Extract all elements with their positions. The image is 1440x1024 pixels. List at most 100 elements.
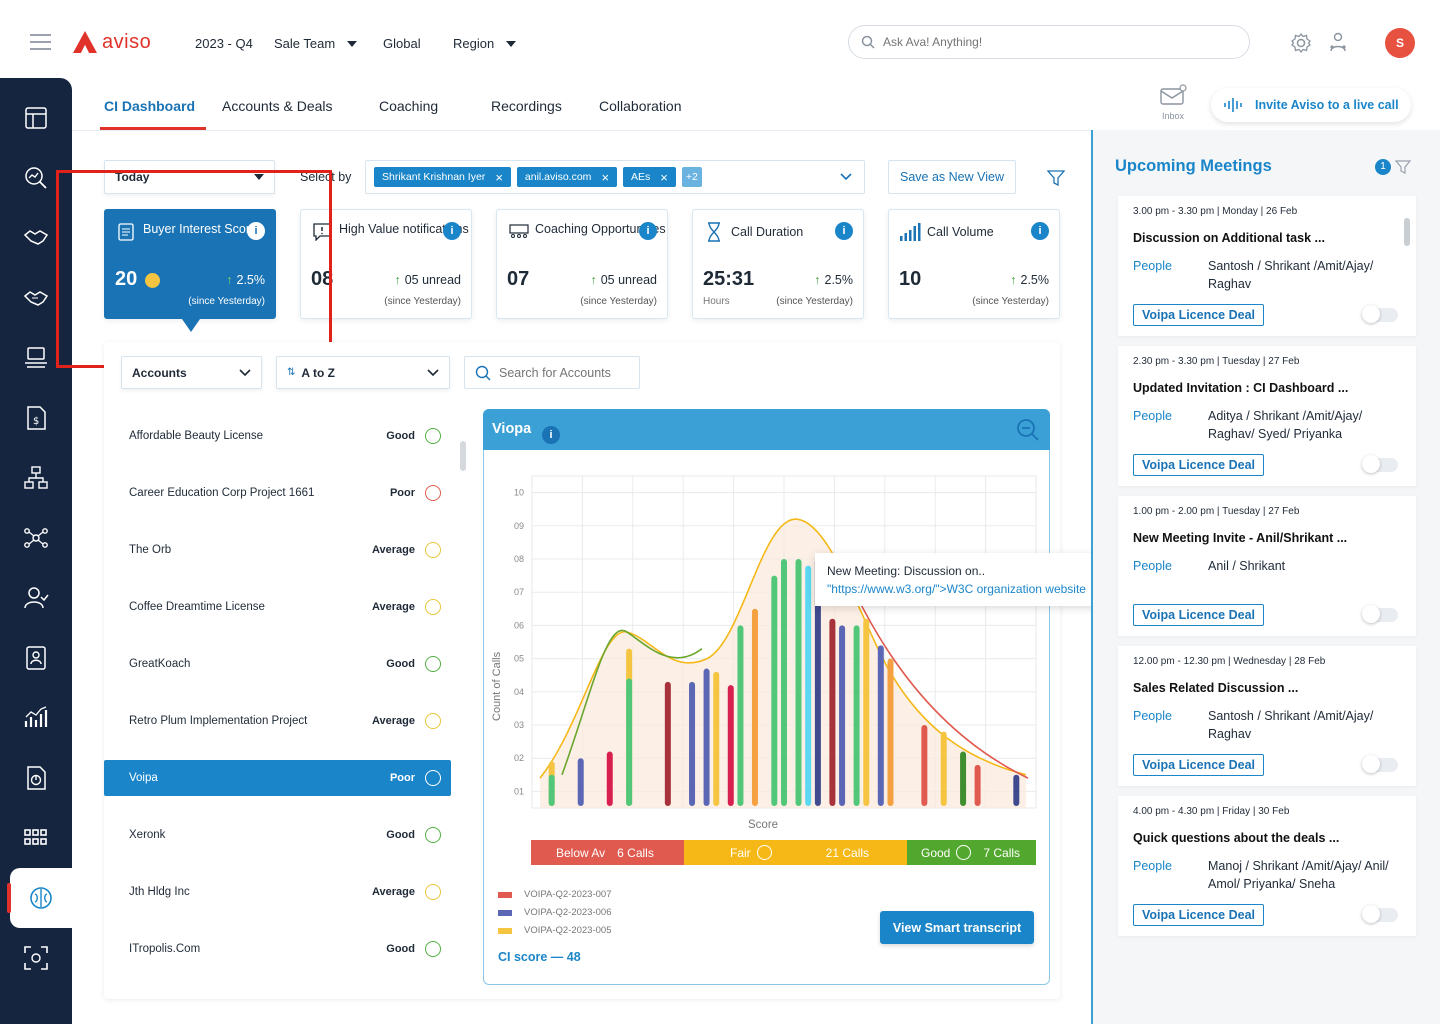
- zoom-out-icon[interactable]: [1016, 418, 1040, 442]
- meeting-title[interactable]: Discussion on Additional task ...: [1133, 231, 1325, 245]
- info-icon[interactable]: i: [639, 222, 657, 240]
- close-icon[interactable]: ×: [601, 170, 609, 185]
- account-list-item[interactable]: Career Education Corp Project 1661 Poor: [104, 475, 451, 511]
- info-icon[interactable]: i: [542, 426, 560, 444]
- sidebar-item[interactable]: [0, 688, 72, 748]
- select-by-multiselect[interactable]: Shrikant Krishnan Iyer × anil.aviso.com × …: [365, 160, 865, 194]
- card-since: (since Yesterday): [776, 296, 853, 307]
- account-list-scrollbar[interactable]: [460, 441, 466, 471]
- arrow-up-icon: ↑: [394, 273, 401, 287]
- close-icon[interactable]: ×: [660, 170, 668, 185]
- inbox-button[interactable]: Inbox: [1156, 84, 1190, 121]
- account-list-item[interactable]: The Orb Average: [104, 532, 451, 568]
- account-list-item[interactable]: Coffee Dreamtime License Average: [104, 589, 451, 625]
- meeting-toggle[interactable]: [1362, 455, 1398, 473]
- region-dropdown[interactable]: Region: [453, 36, 517, 51]
- account-search[interactable]: [464, 356, 640, 389]
- legend-item: VOIPA-Q2-2023-006: [498, 907, 611, 918]
- card-coaching-opportunities[interactable]: Coaching Opportunities i 07 ↑ 05 unread (…: [496, 209, 668, 319]
- user-avatar[interactable]: S: [1385, 28, 1415, 58]
- meeting-toggle[interactable]: [1362, 755, 1398, 773]
- chart-panel-header: [483, 409, 1050, 450]
- tab-coaching[interactable]: Coaching: [379, 98, 438, 114]
- account-status: Good: [386, 943, 415, 955]
- team-dropdown[interactable]: Sale Team: [274, 36, 358, 51]
- account-type-dropdown[interactable]: Accounts: [121, 356, 262, 389]
- card-call-duration[interactable]: Call Duration i 25:31 Hours ↑ 2.5% (since…: [692, 209, 864, 319]
- band-good[interactable]: Good 7 Calls: [907, 840, 1036, 865]
- deal-link-button[interactable]: Voipa Licence Deal: [1133, 304, 1265, 326]
- view-smart-transcript-button[interactable]: View Smart transcript: [880, 911, 1034, 944]
- meeting-toggle[interactable]: [1362, 305, 1398, 323]
- sidebar-item[interactable]: [0, 508, 72, 568]
- sidebar-item[interactable]: [0, 628, 72, 688]
- meeting-title[interactable]: Updated Invitation : CI Dashboard ...: [1133, 381, 1348, 395]
- invite-aviso-button[interactable]: Invite Aviso to a live call: [1211, 88, 1411, 122]
- analytics-search-icon: [25, 167, 47, 189]
- chevron-down-icon: [347, 40, 358, 47]
- gear-icon[interactable]: [1290, 32, 1312, 54]
- sidebar-item[interactable]: [0, 808, 72, 868]
- scope-selector[interactable]: Global: [383, 36, 421, 51]
- account-list-item[interactable]: Xeronk Good: [104, 817, 451, 853]
- filter-funnel-icon[interactable]: [1395, 160, 1411, 174]
- filter-funnel-icon[interactable]: [1047, 170, 1065, 186]
- sidebar-item[interactable]: [0, 88, 72, 148]
- deal-link-button[interactable]: Voipa Licence Deal: [1133, 454, 1265, 476]
- sidebar-item[interactable]: [0, 928, 72, 988]
- sidebar-item[interactable]: $: [0, 388, 72, 448]
- account-list-item[interactable]: Voipa Poor: [104, 760, 451, 796]
- sidebar-item[interactable]: [0, 568, 72, 628]
- card-call-volume[interactable]: Call Volume i 10 ↑ 2.5% (since Yesterday): [888, 209, 1060, 319]
- info-icon[interactable]: i: [1031, 222, 1049, 240]
- band-below-average[interactable]: Below Av 6 Calls: [531, 840, 684, 865]
- meeting-toggle[interactable]: [1362, 605, 1398, 623]
- info-icon[interactable]: i: [835, 222, 853, 240]
- deal-link-button[interactable]: Voipa Licence Deal: [1133, 604, 1265, 626]
- hamburger-menu-icon[interactable]: [30, 34, 51, 50]
- info-icon[interactable]: i: [443, 222, 461, 240]
- tab-ci-dashboard[interactable]: CI Dashboard: [104, 98, 195, 114]
- aviso-logo[interactable]: aviso: [72, 30, 151, 54]
- meetings-scrollbar[interactable]: [1404, 218, 1410, 246]
- chart-tooltip: New Meeting: Discussion on.. "https://ww…: [815, 553, 1131, 606]
- filter-chip[interactable]: AEs ×: [623, 167, 676, 187]
- meeting-toggle[interactable]: [1362, 905, 1398, 923]
- chip-label: AEs: [631, 171, 651, 183]
- sidebar-item[interactable]: [0, 748, 72, 808]
- users-network-icon[interactable]: [1327, 31, 1349, 53]
- tab-collaboration[interactable]: Collaboration: [599, 98, 682, 114]
- ask-ava-input[interactable]: [883, 35, 1223, 49]
- more-chips-badge[interactable]: +2: [681, 167, 702, 187]
- band-fair[interactable]: Fair 21 Calls: [684, 840, 907, 865]
- tab-accounts-deals[interactable]: Accounts & Deals: [222, 98, 333, 114]
- filter-chip[interactable]: Shrikant Krishnan Iyer ×: [374, 167, 511, 187]
- account-status: Average: [371, 886, 415, 898]
- deal-link-button[interactable]: Voipa Licence Deal: [1133, 754, 1265, 776]
- period-label: 2023 - Q4: [195, 36, 253, 51]
- close-icon[interactable]: ×: [495, 170, 503, 185]
- filter-chip[interactable]: anil.aviso.com ×: [516, 167, 618, 187]
- chevron-down-icon[interactable]: [840, 168, 852, 186]
- card-title: Call Duration: [731, 225, 804, 239]
- meeting-title[interactable]: Sales Related Discussion ...: [1133, 681, 1298, 695]
- account-list-item[interactable]: Jth Hldg Inc Average: [104, 874, 451, 910]
- account-list-item[interactable]: Affordable Beauty License Good: [104, 418, 451, 454]
- tooltip-link[interactable]: "https://www.w3.org/">W3C organization w…: [827, 582, 1119, 596]
- account-list-item[interactable]: GreatKoach Good: [104, 646, 451, 682]
- account-search-input[interactable]: [499, 365, 634, 380]
- arrow-up-icon: ↑: [1010, 273, 1017, 287]
- sidebar-item[interactable]: [7, 868, 72, 928]
- tab-recordings[interactable]: Recordings: [491, 98, 562, 114]
- period-selector[interactable]: 2023 - Q4: [195, 36, 253, 51]
- ask-ava-search[interactable]: [848, 25, 1250, 59]
- sort-dropdown[interactable]: ⇅ A to Z: [276, 356, 450, 389]
- meeting-title[interactable]: New Meeting Invite - Anil/Shrikant ...: [1133, 531, 1347, 545]
- data-bar: [921, 725, 928, 806]
- sidebar-item[interactable]: [0, 448, 72, 508]
- meeting-title[interactable]: Quick questions about the deals ...: [1133, 831, 1339, 845]
- account-list-item[interactable]: ITropolis.Com Good: [104, 931, 451, 967]
- deal-link-button[interactable]: Voipa Licence Deal: [1133, 904, 1265, 926]
- account-list-item[interactable]: Retro Plum Implementation Project Average: [104, 703, 451, 739]
- save-as-new-view-button[interactable]: Save as New View: [888, 160, 1016, 194]
